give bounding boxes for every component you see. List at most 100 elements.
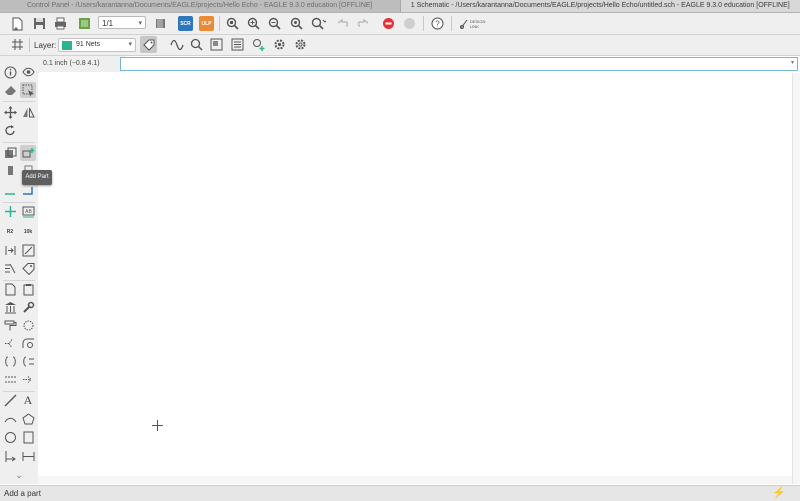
display-icon[interactable]: [208, 36, 225, 53]
chevron-down-icon: ▾: [138, 17, 142, 30]
layer-color-swatch: [62, 41, 72, 50]
page-selector[interactable]: 1/1 ▾: [98, 16, 146, 29]
info-icon[interactable]: [2, 64, 18, 80]
add-part-icon[interactable]: [20, 145, 36, 161]
coordinate-display: 0.1 inch (−0.8 4.1): [38, 56, 125, 72]
grid-icon[interactable]: [9, 36, 26, 53]
paste-icon[interactable]: [20, 281, 36, 297]
zoom-in-icon[interactable]: [245, 15, 262, 32]
divider: [219, 16, 220, 31]
open-icon[interactable]: [8, 15, 25, 32]
split-icon[interactable]: [2, 335, 18, 351]
attribute-icon[interactable]: [2, 260, 18, 276]
select-icon[interactable]: [20, 82, 36, 98]
save-icon[interactable]: [31, 15, 48, 32]
tag-icon[interactable]: [20, 260, 36, 276]
layer-label: Layer:: [34, 41, 56, 50]
divider: [29, 38, 30, 52]
palette-divider: [3, 101, 35, 102]
measure-icon[interactable]: [20, 448, 36, 464]
junction-icon[interactable]: [2, 203, 18, 219]
bus-icon[interactable]: [20, 183, 36, 199]
crosshair-cursor-icon: [152, 420, 163, 431]
gear-icon[interactable]: [271, 36, 288, 53]
zoom-select-icon[interactable]: [310, 15, 327, 32]
zoom-redraw-icon[interactable]: [288, 15, 305, 32]
paint-roller-icon[interactable]: [2, 317, 18, 333]
tab-control-panel[interactable]: Control Panel - /Users/karantanna/Docume…: [0, 0, 401, 12]
chevron-down-icon[interactable]: ▾: [791, 59, 794, 66]
ratsnest-icon[interactable]: [20, 317, 36, 333]
chevron-down-icon: ▾: [128, 40, 132, 48]
wrench-icon[interactable]: [20, 299, 36, 315]
zoom-out-icon[interactable]: [266, 15, 283, 32]
layer-select-value: 91 Nets: [76, 41, 100, 48]
layers-icon[interactable]: [229, 36, 246, 53]
pin-icon[interactable]: [2, 162, 18, 178]
arrow-icon[interactable]: [20, 371, 36, 387]
window-tab-bar: Control Panel - /Users/karantanna/Docume…: [0, 0, 800, 13]
divider: [451, 16, 452, 31]
slice-icon[interactable]: [2, 371, 18, 387]
text-icon[interactable]: A: [20, 392, 36, 408]
rectangle-icon[interactable]: [20, 429, 36, 445]
design-link-label: DESIGN LINK: [470, 19, 490, 29]
library-icon[interactable]: [2, 299, 18, 315]
scr-button[interactable]: SCR: [178, 16, 193, 31]
undo-icon[interactable]: [334, 15, 351, 32]
move-icon[interactable]: [2, 104, 18, 120]
eye-icon[interactable]: [20, 64, 36, 80]
go-icon[interactable]: [401, 15, 418, 32]
draw-line-icon[interactable]: [2, 392, 18, 408]
invoke-icon[interactable]: [2, 353, 18, 369]
stop-icon[interactable]: [380, 15, 397, 32]
main-toolbar: 1/1 ▾ SCR ULP ? DESIGN LINK: [0, 13, 800, 35]
palette-divider: [3, 142, 35, 143]
svg-text:?: ?: [435, 20, 440, 29]
lightning-bolt-icon[interactable]: ⚡: [772, 486, 786, 499]
ulp-button[interactable]: ULP: [199, 16, 214, 31]
svg-text:AB: AB: [25, 209, 32, 215]
tag-icon[interactable]: [140, 36, 157, 53]
mirror-icon[interactable]: [20, 104, 36, 120]
copy-group-icon[interactable]: [2, 145, 18, 161]
wave-icon[interactable]: [168, 36, 185, 53]
circle-icon[interactable]: [2, 429, 18, 445]
chevron-down-icon[interactable]: ⌄: [11, 467, 27, 483]
cam-icon[interactable]: [76, 15, 93, 32]
eraser-icon[interactable]: [2, 82, 18, 98]
layer-toolbar: Layer: 91 Nets ▾: [0, 35, 800, 56]
dimension-icon[interactable]: [2, 448, 18, 464]
vertical-scrollbar[interactable]: [792, 73, 800, 484]
gate-swap-icon[interactable]: [2, 242, 18, 258]
command-line-input[interactable]: ▾: [120, 57, 798, 71]
layer-select[interactable]: 91 Nets ▾: [58, 38, 136, 52]
label-icon[interactable]: AB: [20, 203, 36, 219]
name-icon[interactable]: R2: [2, 224, 18, 240]
tool-palette: AB R2 10k A ⌄: [0, 56, 39, 484]
page-selector-value: 1/1: [102, 19, 113, 28]
divider: [423, 16, 424, 31]
add-net-icon[interactable]: [250, 36, 267, 53]
miter-icon[interactable]: [20, 335, 36, 351]
tab-schematic[interactable]: 1 Schematic - /Users/karantanna/Document…: [401, 0, 800, 12]
settings-icon[interactable]: [292, 36, 309, 53]
polygon-icon[interactable]: [20, 411, 36, 427]
book-icon[interactable]: [152, 15, 169, 32]
zoom-to-fit-icon[interactable]: [224, 15, 241, 32]
add-part-tooltip: Add Part: [22, 170, 52, 185]
copy-icon[interactable]: [2, 281, 18, 297]
status-text: Add a part: [4, 489, 41, 498]
help-icon[interactable]: ?: [429, 15, 446, 32]
rotate-icon[interactable]: [2, 122, 18, 138]
redo-icon[interactable]: [355, 15, 372, 32]
arc-icon[interactable]: [2, 411, 18, 427]
search-icon[interactable]: [188, 36, 205, 53]
print-icon[interactable]: [52, 15, 69, 32]
design-link-icon[interactable]: DESIGN LINK: [458, 15, 492, 32]
wire-icon[interactable]: [2, 183, 18, 199]
gateswap-icon[interactable]: [20, 353, 36, 369]
line-icon[interactable]: [20, 242, 36, 258]
horizontal-scrollbar[interactable]: [38, 476, 792, 484]
value-icon[interactable]: 10k: [20, 224, 36, 240]
